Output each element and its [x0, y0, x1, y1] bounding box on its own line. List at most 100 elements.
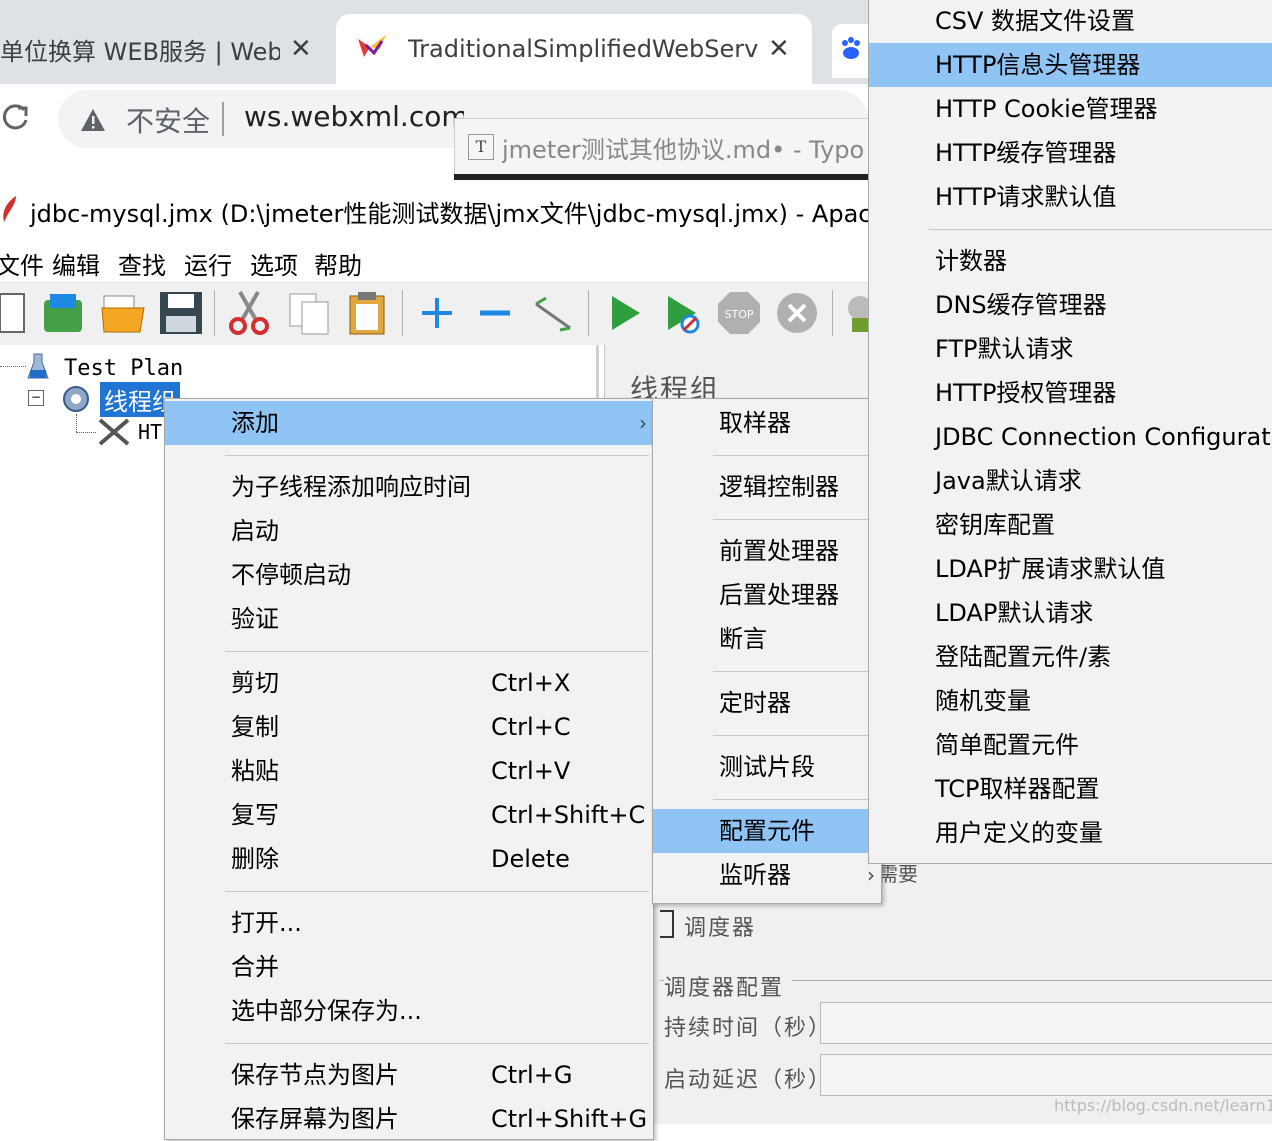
menu-item-label: 计数器 — [935, 247, 1007, 275]
browser-tab-2[interactable]: TraditionalSimplifiedWebServi ✕ — [336, 14, 812, 84]
config-item-java-defaults[interactable]: Java默认请求 — [869, 459, 1272, 503]
templates-icon[interactable] — [40, 290, 86, 336]
tree-node-test-plan[interactable]: Test Plan — [64, 356, 183, 381]
expand-all-icon[interactable] — [414, 290, 460, 336]
menu-item-label: 前置处理器 — [719, 537, 839, 565]
menu-item-shortcut: Ctrl+C — [491, 713, 571, 741]
config-item-user-defined-variables[interactable]: 用户定义的变量 — [869, 811, 1272, 855]
svg-text:STOP: STOP — [725, 308, 754, 321]
menu-item-start[interactable]: 启动 — [165, 509, 653, 553]
submenu-item-post-processor[interactable]: 后置处理器› — [653, 573, 881, 617]
config-item-ldap-ext-defaults[interactable]: LDAP扩展请求默认值 — [869, 547, 1272, 591]
open-icon[interactable] — [100, 290, 146, 336]
config-item-counter[interactable]: 计数器 — [869, 239, 1272, 283]
menu-item-save-screen-image[interactable]: 保存屏幕为图片 Ctrl+Shift+G — [165, 1097, 653, 1141]
menu-item-cut[interactable]: 剪切 Ctrl+X — [165, 661, 653, 705]
config-item-http-header-manager[interactable]: HTTP信息头管理器 — [869, 43, 1272, 87]
menu-item-start-no-pause[interactable]: 不停顿启动 — [165, 553, 653, 597]
toggle-icon[interactable] — [530, 290, 576, 336]
menu-item-add[interactable]: 添加 › — [165, 401, 653, 445]
close-icon[interactable]: ✕ — [290, 34, 312, 64]
menu-item-label: CSV 数据文件设置 — [935, 7, 1136, 35]
reload-icon[interactable] — [0, 102, 30, 136]
menu-item-add-response-time[interactable]: 为子线程添加响应时间 — [165, 465, 653, 509]
menu-options[interactable]: 选项 — [250, 246, 298, 281]
config-item-tcp-sampler-config[interactable]: TCP取样器配置 — [869, 767, 1272, 811]
menu-item-label: 后置处理器 — [719, 581, 839, 609]
config-item-jdbc-connection[interactable]: JDBC Connection Configuration — [869, 415, 1272, 459]
submenu-item-pre-processor[interactable]: 前置处理器› — [653, 529, 881, 573]
menu-help[interactable]: 帮助 — [314, 246, 362, 281]
menu-item-save-selection[interactable]: 选中部分保存为... — [165, 989, 653, 1033]
config-item-simple-config[interactable]: 简单配置元件 — [869, 723, 1272, 767]
tree-line — [0, 366, 26, 368]
menu-item-delete[interactable]: 删除 Delete — [165, 837, 653, 881]
config-item-random-variable[interactable]: 随机变量 — [869, 679, 1272, 723]
menu-item-label: 配置元件 — [719, 817, 815, 845]
config-item-http-auth[interactable]: HTTP授权管理器 — [869, 371, 1272, 415]
menu-item-label: LDAP扩展请求默认值 — [935, 555, 1166, 583]
submenu-item-sampler[interactable]: 取样器› — [653, 401, 881, 445]
menu-edit[interactable]: 编辑 — [52, 246, 100, 281]
tree-line — [76, 414, 78, 432]
test-plan-icon — [26, 352, 50, 386]
submenu-item-logic-controller[interactable]: 逻辑控制器› — [653, 465, 881, 509]
menu-search[interactable]: 查找 — [118, 246, 166, 281]
menu-item-label: DNS缓存管理器 — [935, 291, 1107, 319]
menu-item-label: 合并 — [231, 953, 279, 981]
clear-icon[interactable] — [842, 290, 868, 336]
menu-separator — [929, 229, 1272, 230]
menu-file[interactable]: 文件 — [0, 246, 44, 281]
menu-run[interactable]: 运行 — [184, 246, 232, 281]
menu-item-save-node-image[interactable]: 保存节点为图片 Ctrl+G — [165, 1053, 653, 1097]
splitter[interactable] — [596, 345, 599, 405]
config-item-login-config[interactable]: 登陆配置元件/素 — [869, 635, 1272, 679]
shutdown-icon[interactable] — [774, 290, 820, 336]
config-item-http-cache-manager[interactable]: HTTP缓存管理器 — [869, 131, 1272, 175]
warning-icon[interactable] — [80, 108, 106, 136]
submenu-item-assertion[interactable]: 断言› — [653, 617, 881, 661]
copy-icon[interactable] — [286, 290, 332, 336]
menu-item-paste[interactable]: 粘贴 Ctrl+V — [165, 749, 653, 793]
typora-title: jmeter测试其他协议.md• - Typora — [502, 136, 866, 164]
startup-delay-label: 启动延迟（秒） — [664, 1068, 833, 1093]
config-item-ldap-defaults[interactable]: LDAP默认请求 — [869, 591, 1272, 635]
scheduler-checkbox[interactable] — [660, 910, 674, 938]
config-item-http-cookie-manager[interactable]: HTTP Cookie管理器 — [869, 87, 1272, 131]
start-icon[interactable] — [602, 290, 648, 336]
submenu-item-listener[interactable]: 监听器 › — [653, 853, 881, 897]
config-item-http-request-defaults[interactable]: HTTP请求默认值 — [869, 175, 1272, 219]
browser-tab-1[interactable]: 单位换算 WEB服务 | Web ✕ — [0, 14, 330, 84]
submenu-item-test-fragment[interactable]: 测试片段› — [653, 745, 881, 789]
collapse-all-icon[interactable] — [472, 290, 518, 336]
menu-item-duplicate[interactable]: 复写 Ctrl+Shift+C — [165, 793, 653, 837]
cut-icon[interactable] — [226, 290, 272, 336]
config-item-ftp-defaults[interactable]: FTP默认请求 — [869, 327, 1272, 371]
config-item-keystore[interactable]: 密钥库配置 — [869, 503, 1272, 547]
menu-item-label: 随机变量 — [935, 687, 1031, 715]
paste-icon[interactable] — [344, 290, 390, 336]
config-item-dns-cache[interactable]: DNS缓存管理器 — [869, 283, 1272, 327]
browser-tab-3[interactable] — [832, 24, 868, 78]
menu-item-label: HTTP授权管理器 — [935, 379, 1117, 407]
submenu-item-timer[interactable]: 定时器› — [653, 681, 881, 725]
close-icon[interactable]: ✕ — [768, 34, 790, 64]
tree-node-http[interactable]: HT — [138, 420, 162, 444]
menu-item-merge[interactable]: 合并 — [165, 945, 653, 989]
stop-icon[interactable]: STOP — [716, 290, 762, 336]
submenu-item-config-element[interactable]: 配置元件› — [653, 809, 881, 853]
url-text[interactable]: ws.webxml.com.cn/WebServices/Traditional… — [244, 100, 464, 133]
menu-item-copy[interactable]: 复制 Ctrl+C — [165, 705, 653, 749]
menu-item-label: HTTP请求默认值 — [935, 183, 1117, 211]
menu-item-label: 测试片段 — [719, 753, 815, 781]
menu-item-open[interactable]: 打开... — [165, 901, 653, 945]
menu-item-validate[interactable]: 验证 — [165, 597, 653, 641]
security-label[interactable]: 不安全 — [126, 100, 210, 140]
save-icon[interactable] — [158, 290, 204, 336]
start-no-pause-icon[interactable] — [660, 290, 706, 336]
collapse-toggle-icon[interactable]: − — [28, 390, 44, 406]
duration-input[interactable] — [820, 1002, 1272, 1044]
config-item-csv[interactable]: CSV 数据文件设置 — [869, 0, 1272, 43]
menu-separator — [713, 519, 877, 520]
startup-delay-input[interactable] — [820, 1054, 1272, 1096]
